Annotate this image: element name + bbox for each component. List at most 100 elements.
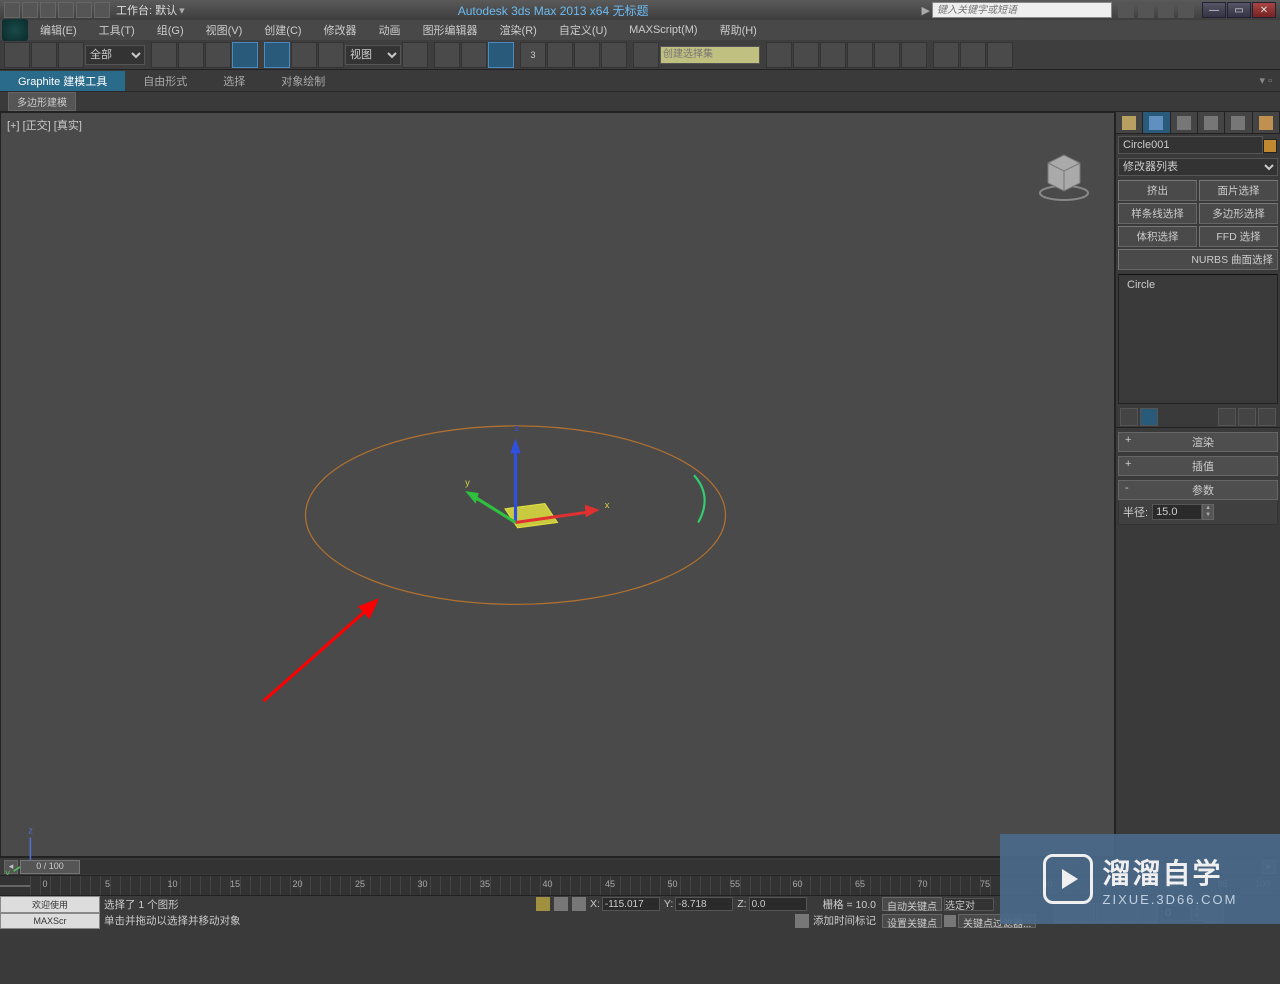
ref-coord-dropdown[interactable]: 视图 [345, 45, 401, 65]
rollout-params-header[interactable]: -参数 [1118, 480, 1278, 500]
key-mode-input[interactable] [944, 898, 994, 911]
time-tag-icon[interactable] [795, 914, 809, 928]
menu-views[interactable]: 视图(V) [196, 22, 253, 38]
link-tool-icon[interactable] [4, 42, 30, 68]
menu-maxscript[interactable]: MAXScript(M) [619, 24, 707, 36]
time-slider-thumb[interactable]: 0 / 100 [20, 860, 80, 874]
radius-spinner[interactable]: ▲▼ [1152, 504, 1214, 520]
menu-create[interactable]: 创建(C) [254, 22, 311, 38]
select-region-icon[interactable] [205, 42, 231, 68]
set-key-button[interactable]: 设置关键点 [882, 914, 942, 928]
menu-animation[interactable]: 动画 [369, 22, 411, 38]
percent-snap-icon[interactable] [574, 42, 600, 68]
select-scale-icon[interactable] [318, 42, 344, 68]
open-icon[interactable] [22, 2, 38, 18]
lock-selection-icon[interactable] [536, 897, 550, 911]
workspace-label[interactable]: 工作台: 默认 [116, 2, 177, 18]
bind-spacewarp-icon[interactable] [58, 42, 84, 68]
remove-modifier-icon[interactable] [1238, 408, 1256, 426]
menu-rendering[interactable]: 渲染(R) [490, 22, 547, 38]
mirror-icon[interactable] [766, 42, 792, 68]
close-button[interactable]: ✕ [1252, 2, 1276, 18]
select-manipulate-icon[interactable] [434, 42, 460, 68]
new-icon[interactable] [4, 2, 20, 18]
display-tab-icon[interactable] [1225, 112, 1252, 133]
ribbon-tab-graphite[interactable]: Graphite 建模工具 [0, 71, 125, 91]
create-tab-icon[interactable] [1116, 112, 1143, 133]
spinner-updown[interactable]: ▲▼ [1202, 504, 1214, 520]
rendered-frame-icon[interactable] [960, 42, 986, 68]
select-by-name-icon[interactable] [178, 42, 204, 68]
named-selset-icon[interactable] [633, 42, 659, 68]
move-gizmo[interactable]: z y x [465, 423, 610, 528]
menu-modifiers[interactable]: 修改器 [314, 22, 367, 38]
keyboard-shortcut-icon[interactable] [461, 42, 487, 68]
mod-ffd-select-button[interactable]: FFD 选择 [1199, 226, 1278, 247]
mod-extrude-button[interactable]: 挤出 [1118, 180, 1197, 201]
rotation-handle[interactable] [694, 475, 705, 522]
link-icon[interactable] [94, 2, 110, 18]
mod-poly-select-button[interactable]: 多边形选择 [1199, 203, 1278, 224]
redo-icon[interactable] [76, 2, 92, 18]
viewport[interactable]: [+] [正交] [真实] z y x [0, 112, 1115, 857]
object-name-field[interactable]: Circle001 [1118, 136, 1263, 154]
select-rotate-icon[interactable] [291, 42, 317, 68]
ribbon-tab-objectpaint[interactable]: 对象绘制 [263, 71, 343, 91]
welcome-button[interactable]: 欢迎使用 [0, 896, 100, 913]
auto-key-button[interactable]: 自动关键点 [882, 897, 942, 911]
mod-patch-select-button[interactable]: 面片选择 [1199, 180, 1278, 201]
render-production-icon[interactable] [987, 42, 1013, 68]
maxscript-listener-button[interactable]: MAXScr [0, 913, 100, 930]
layers-icon[interactable] [820, 42, 846, 68]
snap-toggle-icon[interactable] [488, 42, 514, 68]
rollout-interp-header[interactable]: +插值 [1118, 456, 1278, 476]
selection-filter-dropdown[interactable]: 全部 [85, 45, 145, 65]
undo-icon[interactable] [58, 2, 74, 18]
select-object-icon[interactable] [151, 42, 177, 68]
coord-y-input[interactable] [675, 897, 733, 911]
make-unique-icon[interactable] [1218, 408, 1236, 426]
trackbar-toggle-icon[interactable] [0, 885, 30, 887]
motion-tab-icon[interactable] [1198, 112, 1225, 133]
utilities-tab-icon[interactable] [1253, 112, 1280, 133]
mod-spline-select-button[interactable]: 样条线选择 [1118, 203, 1197, 224]
save-icon[interactable] [40, 2, 56, 18]
modify-tab-icon[interactable] [1143, 112, 1170, 133]
viewcube[interactable] [1034, 143, 1094, 203]
menu-customize[interactable]: 自定义(U) [549, 22, 617, 38]
angle-snap-icon[interactable] [547, 42, 573, 68]
snap-3d-icon[interactable]: 3 [520, 42, 546, 68]
exchange-icon[interactable] [1138, 2, 1154, 18]
ribbon-tab-freeform[interactable]: 自由形式 [125, 71, 205, 91]
menu-graph-editors[interactable]: 图形编辑器 [413, 22, 488, 38]
star-icon[interactable] [1158, 2, 1174, 18]
minimize-button[interactable]: — [1202, 2, 1226, 18]
coord-x-input[interactable] [602, 897, 660, 911]
ribbon-subtab-polymodeling[interactable]: 多边形建模 [8, 92, 76, 111]
ribbon-collapse-icon[interactable]: ▾ ▫ [1252, 74, 1280, 87]
maximize-button[interactable]: ▭ [1227, 2, 1251, 18]
hierarchy-tab-icon[interactable] [1171, 112, 1198, 133]
modifier-stack[interactable]: Circle [1118, 274, 1278, 404]
schematic-view-icon[interactable] [874, 42, 900, 68]
menu-group[interactable]: 组(G) [147, 22, 194, 38]
select-move-icon[interactable] [264, 42, 290, 68]
align-icon[interactable] [793, 42, 819, 68]
configure-sets-icon[interactable] [1258, 408, 1276, 426]
app-logo-icon[interactable] [2, 19, 28, 41]
coord-z-input[interactable] [749, 897, 807, 911]
pin-stack-icon[interactable] [1120, 408, 1138, 426]
rollout-render-header[interactable]: +渲染 [1118, 432, 1278, 452]
show-end-result-icon[interactable] [1140, 408, 1158, 426]
xform-type-icon[interactable] [572, 897, 586, 911]
key-icon[interactable] [944, 915, 956, 927]
window-crossing-icon[interactable] [232, 42, 258, 68]
radius-input[interactable] [1152, 504, 1202, 520]
object-color-swatch[interactable] [1263, 139, 1277, 153]
ribbon-tab-selection[interactable]: 选择 [205, 71, 263, 91]
binoculars-icon[interactable] [1118, 2, 1134, 18]
mod-vol-select-button[interactable]: 体积选择 [1118, 226, 1197, 247]
menu-help[interactable]: 帮助(H) [710, 22, 767, 38]
help-icon[interactable] [1178, 2, 1194, 18]
modifier-list-dropdown[interactable]: 修改器列表 [1118, 158, 1278, 176]
